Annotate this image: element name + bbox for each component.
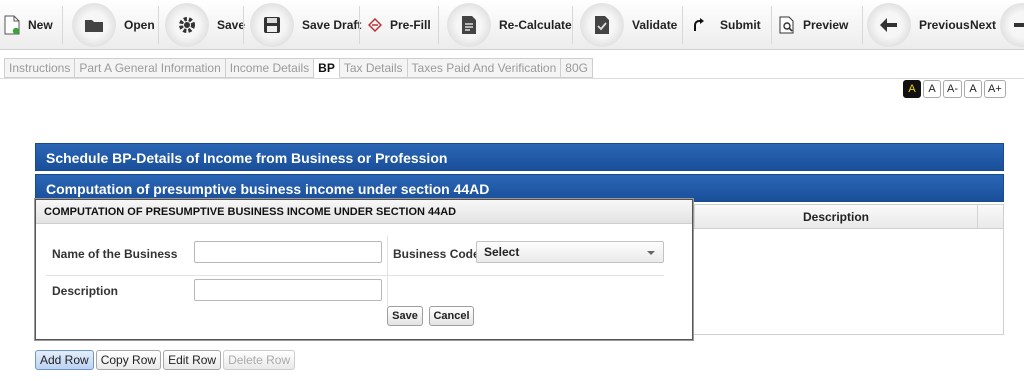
font-size-reset-button[interactable]: A: [964, 80, 982, 98]
save-label: Save: [217, 17, 246, 32]
tab-strip: Instructions Part A General Information …: [4, 58, 593, 78]
open-label: Open: [124, 17, 155, 32]
dialog-title: COMPUTATION OF PRESUMPTIVE BUSINESS INCO…: [36, 200, 692, 224]
font-size-default-button[interactable]: A: [903, 80, 921, 98]
submit-button[interactable]: Submit: [692, 0, 761, 49]
save-button[interactable]: Save: [165, 0, 245, 49]
row-divider: [46, 275, 664, 276]
tab-instructions[interactable]: Instructions: [4, 58, 76, 78]
chevron-down-icon: [647, 251, 655, 255]
prefill-button[interactable]: Pre-Fill: [368, 0, 431, 49]
toolbar-separator: [359, 6, 360, 44]
preview-button[interactable]: Preview: [779, 0, 848, 49]
tab-part-a-general-information[interactable]: Part A General Information: [75, 58, 226, 78]
business-code-select[interactable]: Select: [476, 241, 664, 263]
save-draft-button[interactable]: Save Draft: [250, 0, 361, 49]
font-size-decrease-button[interactable]: A-: [943, 80, 962, 98]
next-label: Next: [970, 17, 997, 32]
gear-icon: [165, 2, 209, 47]
delete-row-button[interactable]: Delete Row: [223, 350, 296, 370]
recalculate-button[interactable]: Re-Calculate: [447, 0, 572, 49]
business-code-selected-value: Select: [484, 245, 520, 259]
add-row-button[interactable]: Add Row: [35, 350, 94, 370]
new-button[interactable]: New: [4, 0, 53, 49]
toolbar-separator: [682, 6, 683, 44]
name-of-business-input[interactable]: [194, 241, 382, 263]
toolbar-separator: [62, 6, 63, 44]
toolbar-separator: [771, 6, 772, 44]
font-size-normal-button[interactable]: A: [923, 80, 941, 98]
submit-label: Submit: [720, 17, 761, 32]
schedule-title-bar: Schedule BP-Details of Income from Busin…: [35, 143, 1004, 171]
previous-button[interactable]: Previous: [867, 0, 970, 49]
calculator-document-icon: [447, 2, 491, 47]
magnifier-document-icon: [779, 16, 795, 34]
row-action-buttons: Add Row Copy Row Edit Row Delete Row: [35, 350, 296, 370]
previous-label: Previous: [919, 17, 970, 32]
tab-divider: [0, 78, 1024, 79]
new-label: New: [28, 17, 53, 32]
new-document-icon: [4, 15, 20, 35]
field-divider: [387, 236, 388, 306]
floppy-disk-icon: [250, 2, 294, 47]
tab-80g[interactable]: 80G: [561, 58, 593, 78]
save-draft-label: Save Draft: [302, 17, 362, 32]
next-button[interactable]: Next: [970, 0, 1024, 49]
folder-icon: [72, 2, 116, 47]
check-document-icon: [580, 2, 624, 47]
toolbar-separator: [158, 6, 159, 44]
arrow-left-icon: [867, 2, 911, 47]
font-size-controls: A A A- A A+: [903, 80, 1006, 98]
description-label: Description: [52, 284, 119, 298]
copy-row-button[interactable]: Copy Row: [95, 350, 162, 370]
tab-tax-details[interactable]: Tax Details: [339, 58, 408, 78]
tab-taxes-paid-and-verification[interactable]: Taxes Paid And Verification: [407, 58, 562, 78]
curved-arrow-icon: [692, 17, 704, 32]
recalculate-label: Re-Calculate: [499, 17, 572, 32]
cancel-dialog-button[interactable]: Cancel: [429, 306, 474, 326]
name-of-business-label: Name of the Business: [52, 247, 178, 261]
description-input[interactable]: [194, 279, 382, 301]
tab-income-details[interactable]: Income Details: [225, 58, 315, 78]
save-dialog-button[interactable]: Save: [387, 306, 423, 326]
toolbar-separator: [572, 6, 573, 44]
tab-bp[interactable]: BP: [314, 58, 340, 78]
preview-label: Preview: [803, 17, 849, 32]
font-size-increase-button[interactable]: A+: [984, 80, 1006, 98]
open-button[interactable]: Open: [72, 0, 155, 49]
toolbar-separator: [438, 6, 439, 44]
toolbar: New Open Save Save Draft Pre-Fill Re-Cal…: [0, 0, 1024, 50]
business-code-label: Business Code: [393, 247, 480, 261]
validate-button[interactable]: Validate: [580, 0, 677, 49]
description-column-header[interactable]: Description: [694, 205, 978, 229]
validate-label: Validate: [632, 17, 678, 32]
edit-row-button[interactable]: Edit Row: [163, 350, 222, 370]
toolbar-separator: [862, 6, 863, 44]
diamond-arrows-icon: [368, 17, 382, 32]
toolbar-separator: [243, 6, 244, 44]
section-title-bar: Computation of presumptive business inco…: [35, 174, 1004, 202]
arrow-right-icon: [1000, 2, 1024, 47]
prefill-label: Pre-Fill: [390, 17, 431, 32]
computation-dialog: COMPUTATION OF PRESUMPTIVE BUSINESS INCO…: [35, 199, 693, 340]
